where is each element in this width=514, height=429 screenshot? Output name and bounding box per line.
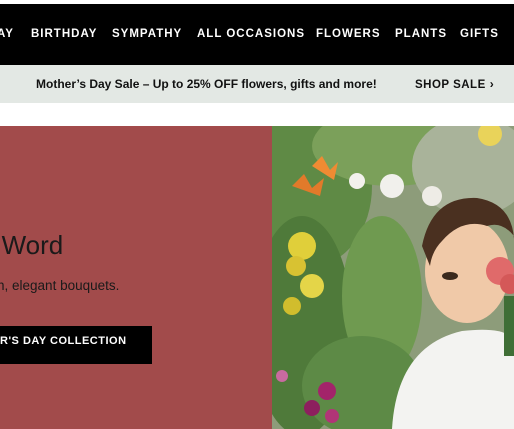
shop-sale-link[interactable]: SHOP SALE › bbox=[415, 65, 494, 104]
shop-sale-label: SHOP SALE bbox=[415, 79, 486, 91]
nav-item-mothers-day[interactable]: AY bbox=[0, 4, 14, 65]
nav-item-gifts[interactable]: GIFTS bbox=[460, 4, 499, 65]
spacer bbox=[0, 103, 514, 126]
nav-item-sympathy[interactable]: SYMPATHY bbox=[112, 4, 182, 65]
hero-subtitle: t of fresh, elegant bouquets. bbox=[0, 278, 120, 293]
promo-banner: Mother’s Day Sale – Up to 25% OFF flower… bbox=[0, 65, 514, 103]
nav-item-all-occasions[interactable]: ALL OCCASIONS bbox=[197, 4, 305, 65]
hero-image[interactable] bbox=[272, 126, 514, 429]
promo-text: Mother’s Day Sale – Up to 25% OFF flower… bbox=[36, 77, 377, 91]
hero-title: s the Word bbox=[0, 230, 64, 260]
chevron-right-icon: › bbox=[489, 77, 495, 91]
nav-item-plants[interactable]: PLANTS bbox=[395, 4, 447, 65]
hero-panel: s the Word t of fresh, elegant bouquets.… bbox=[0, 126, 272, 429]
shop-collection-button[interactable]: R'S DAY COLLECTION bbox=[0, 326, 152, 364]
main-nav: AY BIRTHDAY SYMPATHY ALL OCCASIONS FLOWE… bbox=[0, 4, 514, 65]
nav-item-flowers[interactable]: FLOWERS bbox=[316, 4, 381, 65]
child-with-flowers-image bbox=[272, 126, 514, 429]
nav-item-birthday[interactable]: BIRTHDAY bbox=[31, 4, 97, 65]
